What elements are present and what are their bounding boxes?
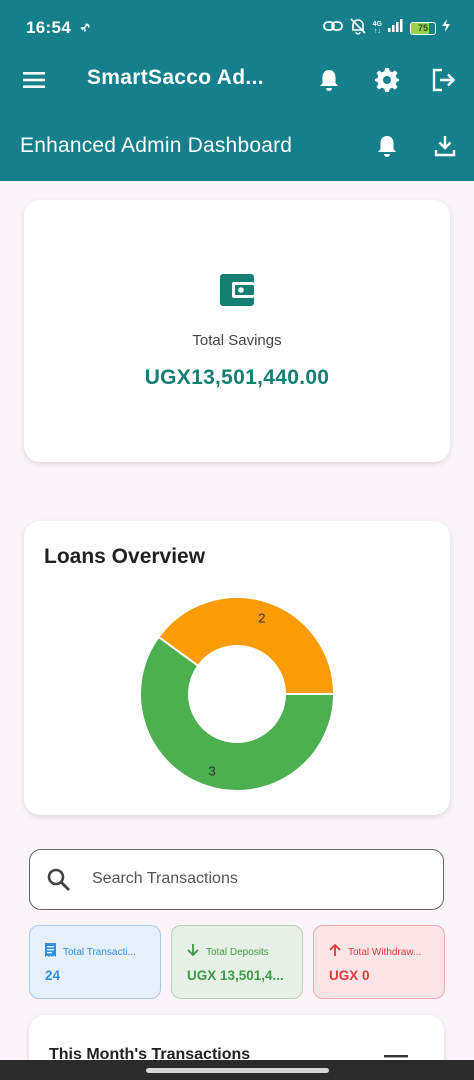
- loans-donut-chart: 23: [139, 596, 336, 792]
- wallet-icon: [220, 274, 254, 311]
- search-transactions-box[interactable]: [29, 849, 444, 910]
- total-savings-label: Total Savings: [192, 332, 282, 349]
- network-type: 4G ↑↓: [372, 21, 382, 35]
- app-bar: SmartSacco Ad...: [0, 56, 474, 104]
- total-savings-amount: UGX13,501,440.00: [144, 366, 330, 389]
- search-input[interactable]: [92, 864, 422, 894]
- status-bar: 16:54 4G ↑↓ 75: [0, 0, 474, 56]
- total-withdrawals-value: UGX 0: [329, 968, 370, 983]
- battery-level: 75: [417, 23, 428, 33]
- network-label: 4G: [372, 21, 382, 28]
- signal-icon: [388, 19, 404, 37]
- total-transactions-value: 24: [45, 968, 61, 983]
- mute-bell-icon: [349, 17, 367, 40]
- bell-icon[interactable]: [315, 66, 343, 94]
- battery-indicator: 75: [410, 21, 436, 35]
- download-icon[interactable]: [431, 132, 459, 160]
- search-icon: [46, 867, 72, 898]
- home-gesture-handle[interactable]: [146, 1068, 329, 1073]
- link-icon: [322, 19, 343, 38]
- charging-icon: [442, 19, 450, 37]
- receipt-icon: [44, 943, 57, 962]
- dashboard-title: Enhanced Admin Dashboard: [20, 134, 293, 157]
- status-time: 16:54: [26, 18, 71, 37]
- loans-slice-label-green: 3: [209, 764, 216, 779]
- arrow-down-icon: [186, 943, 200, 962]
- total-deposits-label: Total Deposits: [206, 947, 269, 958]
- link-icon: [79, 22, 91, 34]
- total-withdrawals-label: Total Withdraw...: [348, 947, 422, 958]
- system-navigation-bar: [0, 1060, 474, 1080]
- loans-overview-card: Loans Overview 23: [24, 521, 450, 815]
- gear-icon[interactable]: [373, 66, 401, 94]
- arrow-up-icon: [328, 943, 342, 962]
- dashboard-header: Enhanced Admin Dashboard: [0, 104, 474, 181]
- app-title: SmartSacco Ad...: [87, 66, 264, 89]
- total-transactions-label: Total Transacti...: [63, 947, 136, 958]
- total-transactions-card[interactable]: Total Transacti... 24: [29, 925, 161, 999]
- menu-icon[interactable]: [22, 68, 46, 97]
- total-deposits-card[interactable]: Total Deposits UGX 13,501,4...: [171, 925, 303, 999]
- total-deposits-value: UGX 13,501,4...: [187, 968, 284, 983]
- total-savings-card: Total Savings UGX13,501,440.00: [24, 200, 450, 462]
- bell-icon[interactable]: [373, 132, 401, 160]
- loans-overview-heading: Loans Overview: [44, 545, 206, 568]
- total-withdrawals-card[interactable]: Total Withdraw... UGX 0: [313, 925, 445, 999]
- logout-icon[interactable]: [430, 66, 458, 94]
- loans-slice-label-orange: 2: [258, 610, 265, 625]
